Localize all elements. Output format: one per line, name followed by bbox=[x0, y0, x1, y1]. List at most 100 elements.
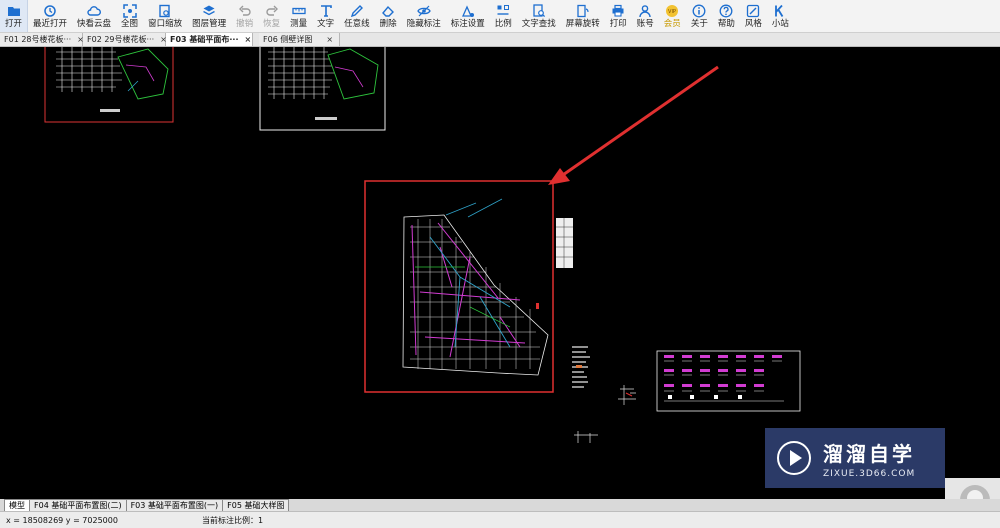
annotation-settings-icon bbox=[461, 4, 474, 17]
status-bar: x = 18508269 y = 7025000 当前标注比例：1 bbox=[0, 511, 1000, 528]
play-logo-icon bbox=[777, 441, 811, 475]
file-tab-f03[interactable]: F03 基础平面布··· × bbox=[166, 33, 253, 46]
user-icon bbox=[639, 4, 651, 17]
drawing-notes bbox=[572, 346, 590, 388]
undo-button[interactable]: 撤销 bbox=[231, 0, 258, 32]
undo-icon bbox=[238, 5, 251, 16]
scale-label: 比例 bbox=[494, 18, 512, 29]
print-label: 打印 bbox=[609, 18, 627, 29]
help-icon bbox=[719, 4, 733, 17]
layout-tab-f04[interactable]: F04 基础平面布置图(二) bbox=[29, 499, 127, 511]
layers-button[interactable]: 图层管理 bbox=[187, 0, 231, 32]
layout-tab-model[interactable]: 模型 bbox=[4, 499, 30, 511]
open-button[interactable]: 打开 bbox=[0, 0, 29, 32]
drawing-sheet-1 bbox=[44, 47, 174, 123]
k-site-icon bbox=[775, 4, 784, 17]
drawing-table bbox=[556, 218, 573, 268]
main-toolbar: 打开 最近打开 快看云盘 全图 窗口缩放 图层管理 撤销 恢复 测量 文字 任意… bbox=[0, 0, 1000, 33]
file-tab-f02[interactable]: F02 29号楼花板··· × bbox=[83, 33, 167, 46]
freehand-line-button[interactable]: 任意线 bbox=[339, 0, 375, 32]
text-search-button[interactable]: 文字查找 bbox=[517, 0, 561, 32]
measure-label: 测量 bbox=[290, 18, 308, 29]
redo-label: 恢复 bbox=[263, 18, 281, 29]
scale-button[interactable]: 比例 bbox=[490, 0, 517, 32]
watermark-title: 溜溜自学 bbox=[823, 441, 915, 466]
measure-icon bbox=[291, 7, 306, 14]
file-tab-f01[interactable]: F01 28号楼花板··· × bbox=[0, 33, 84, 46]
cursor-coordinates: x = 18508269 y = 7025000 bbox=[6, 515, 118, 525]
redo-button[interactable]: 恢复 bbox=[258, 0, 285, 32]
history-icon bbox=[44, 4, 56, 17]
style-icon bbox=[747, 4, 760, 17]
annotation-settings-button[interactable]: 标注设置 bbox=[446, 0, 490, 32]
vip-label: 会员 bbox=[663, 18, 681, 29]
account-label: 账号 bbox=[636, 18, 654, 29]
foundation-plan bbox=[402, 198, 549, 376]
delete-label: 删除 bbox=[379, 18, 397, 29]
cloud-icon bbox=[87, 5, 101, 16]
help-label: 帮助 bbox=[717, 18, 735, 29]
style-button[interactable]: 风格 bbox=[740, 0, 767, 32]
drawing-sheet-2 bbox=[259, 47, 386, 131]
pencil-icon bbox=[350, 4, 363, 17]
fit-all-icon bbox=[122, 3, 137, 18]
about-button[interactable]: 关于 bbox=[686, 0, 713, 32]
layout-tab-f05[interactable]: F05 基础大样图 bbox=[222, 499, 290, 511]
hide-annotations-button[interactable]: 隐藏标注 bbox=[402, 0, 446, 32]
freehand-line-label: 任意线 bbox=[344, 18, 370, 29]
delete-button[interactable]: 删除 bbox=[375, 0, 402, 32]
open-label: 打开 bbox=[5, 18, 23, 29]
fit-all-label: 全图 bbox=[121, 18, 139, 29]
text-icon bbox=[320, 4, 332, 17]
rotate-screen-icon bbox=[577, 4, 589, 17]
rotate-screen-label: 屏幕旋转 bbox=[565, 18, 600, 29]
file-tab-label: F02 29号楼花板··· bbox=[87, 35, 155, 44]
file-tab-label: F06 侧壁详图 bbox=[263, 35, 313, 44]
redo-icon bbox=[265, 5, 278, 16]
fit-all-button[interactable]: 全图 bbox=[116, 0, 143, 32]
text-search-label: 文字查找 bbox=[521, 18, 556, 29]
account-button[interactable]: 账号 bbox=[632, 0, 659, 32]
red-arrow bbox=[548, 65, 719, 185]
vip-icon: VIP bbox=[666, 4, 679, 17]
file-tab-label: F01 28号楼花板··· bbox=[4, 35, 72, 44]
zoom-window-icon bbox=[159, 4, 170, 17]
rotate-screen-button[interactable]: 屏幕旋转 bbox=[561, 0, 605, 32]
help-button[interactable]: 帮助 bbox=[713, 0, 740, 32]
recent-label: 最近打开 bbox=[33, 18, 68, 29]
cloud-label: 快看云盘 bbox=[77, 18, 112, 29]
about-label: 关于 bbox=[690, 18, 708, 29]
scale-icon bbox=[497, 4, 510, 15]
text-search-icon bbox=[533, 3, 545, 17]
zoom-window-button[interactable]: 窗口缩放 bbox=[143, 0, 187, 32]
vip-button[interactable]: VIP 会员 bbox=[659, 0, 686, 32]
printer-icon bbox=[612, 4, 624, 17]
text-button[interactable]: 文字 bbox=[312, 0, 339, 32]
watermark-url: ZIXUE.3D66.COM bbox=[823, 468, 916, 479]
file-tab-f06[interactable]: F06 侧壁详图 × bbox=[259, 33, 340, 46]
info-icon bbox=[692, 4, 706, 17]
layers-icon bbox=[203, 5, 215, 15]
layers-label: 图层管理 bbox=[192, 18, 227, 29]
layout-tab-f03[interactable]: F03 基础平面布置图(一) bbox=[125, 499, 224, 511]
measure-button[interactable]: 测量 bbox=[285, 0, 312, 32]
close-icon[interactable]: × bbox=[245, 35, 252, 44]
svg-text:VIP: VIP bbox=[668, 9, 676, 15]
recent-button[interactable]: 最近打开 bbox=[28, 0, 72, 32]
style-label: 风格 bbox=[744, 18, 762, 29]
watermark: 溜溜自学 ZIXUE.3D66.COM bbox=[765, 428, 945, 488]
annotation-settings-label: 标注设置 bbox=[450, 18, 485, 29]
undo-label: 撤销 bbox=[236, 18, 254, 29]
print-button[interactable]: 打印 bbox=[605, 0, 632, 32]
cloud-button[interactable]: 快看云盘 bbox=[72, 0, 116, 32]
file-tab-bar: F01 28号楼花板··· × F02 29号楼花板··· × F03 基础平面… bbox=[0, 33, 1000, 47]
layout-tab-bar: 模型 F04 基础平面布置图(二) F03 基础平面布置图(一) F05 基础大… bbox=[0, 499, 1000, 511]
eye-icon bbox=[416, 5, 431, 16]
hide-annotations-label: 隐藏标注 bbox=[406, 18, 441, 29]
folder-icon bbox=[7, 6, 20, 16]
annotation-scale: 当前标注比例：1 bbox=[202, 515, 264, 525]
close-icon[interactable]: × bbox=[326, 35, 333, 44]
site-button[interactable]: 小站 bbox=[767, 0, 794, 32]
eraser-icon bbox=[382, 5, 395, 17]
file-tab-label: F03 基础平面布··· bbox=[170, 35, 239, 44]
